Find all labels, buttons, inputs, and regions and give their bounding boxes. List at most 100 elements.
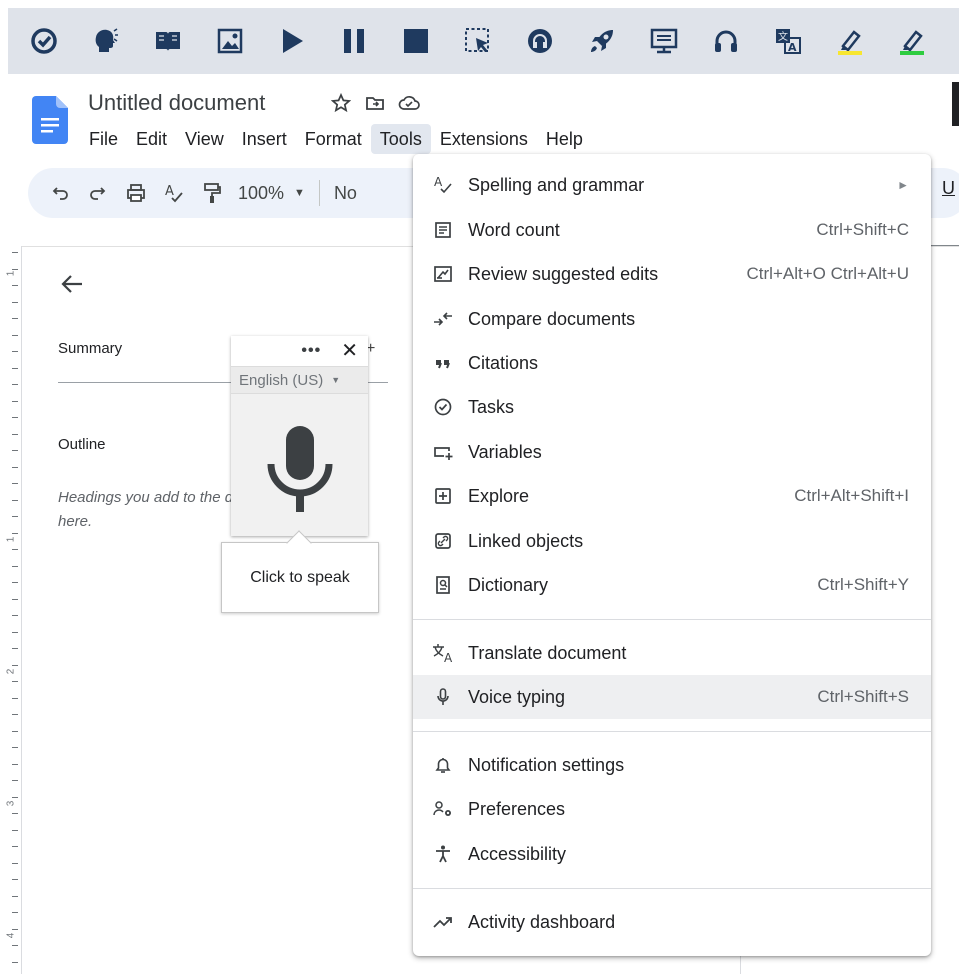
move-folder-icon[interactable] bbox=[364, 92, 386, 114]
submenu-arrow-icon: ► bbox=[897, 178, 909, 192]
ruler-tick bbox=[12, 400, 18, 402]
tools-menu: A Spelling and grammar ► Word count Ctrl… bbox=[413, 154, 931, 956]
menu-notification-settings[interactable]: Notification settings bbox=[413, 743, 931, 787]
ruler-tick bbox=[12, 582, 18, 583]
menu-accessibility[interactable]: Accessibility bbox=[413, 832, 931, 876]
menu-view[interactable]: View bbox=[176, 124, 233, 154]
voice-widget-header: ••• ✕ bbox=[231, 336, 368, 366]
word-count-icon bbox=[431, 218, 455, 242]
monitor-icon[interactable] bbox=[638, 15, 690, 67]
menu-preferences[interactable]: Preferences bbox=[413, 787, 931, 831]
menu-citations[interactable]: Citations bbox=[413, 341, 931, 385]
svg-text:A: A bbox=[165, 184, 174, 199]
caret-down-icon: ▼ bbox=[331, 375, 341, 385]
menu-linked-objects[interactable]: Linked objects bbox=[413, 519, 931, 563]
highlighter-green-icon[interactable] bbox=[886, 15, 938, 67]
menu-compare-documents[interactable]: Compare documents bbox=[413, 297, 931, 341]
ruler-tick bbox=[12, 483, 18, 484]
pause-icon[interactable] bbox=[328, 15, 380, 67]
undo-icon[interactable] bbox=[48, 181, 72, 205]
microphone-icon[interactable] bbox=[265, 420, 335, 514]
menu-tasks[interactable]: Tasks bbox=[413, 385, 931, 429]
zoom-select[interactable]: 100% ▼ bbox=[238, 183, 305, 204]
menu-help[interactable]: Help bbox=[537, 124, 592, 154]
ruler-number: 1 bbox=[5, 270, 17, 277]
ruler-tick bbox=[12, 862, 18, 864]
ruler-tick bbox=[12, 681, 18, 682]
menu-shortcut: Ctrl+Shift+Y bbox=[817, 575, 909, 594]
ruler-tick bbox=[12, 780, 18, 781]
accessibility-icon bbox=[431, 842, 455, 866]
menu-label: Dictionary bbox=[468, 574, 549, 595]
ruler-tick bbox=[12, 532, 18, 534]
ruler-tick bbox=[12, 301, 18, 303]
paint-format-icon[interactable] bbox=[200, 181, 224, 205]
redo-icon[interactable] bbox=[86, 181, 110, 205]
menu-translate-document[interactable]: A Translate document bbox=[413, 631, 931, 675]
menu-review-suggested-edits[interactable]: Review suggested edits Ctrl+Alt+O Ctrl+A… bbox=[413, 252, 931, 296]
menu-label: Compare documents bbox=[468, 308, 636, 329]
print-icon[interactable] bbox=[124, 181, 148, 205]
menu-shortcut: Ctrl+Alt+Shift+I bbox=[794, 486, 909, 505]
menu-label: Tasks bbox=[468, 396, 515, 417]
menu-variables[interactable]: Variables bbox=[413, 430, 931, 474]
headphones-icon[interactable] bbox=[700, 15, 752, 67]
ruler-tick bbox=[12, 813, 18, 814]
ruler-tick bbox=[12, 714, 18, 715]
stop-icon[interactable] bbox=[390, 15, 442, 67]
check-circle-icon[interactable] bbox=[18, 15, 70, 67]
voice-typing-widget: ••• ✕ English (US) ▼ bbox=[231, 336, 368, 536]
menu-label: Linked objects bbox=[468, 530, 584, 551]
image-icon[interactable] bbox=[204, 15, 256, 67]
style-select[interactable]: No bbox=[334, 183, 357, 204]
quote-icon bbox=[431, 351, 455, 375]
menu-file[interactable]: File bbox=[80, 124, 127, 154]
menu-shortcut: Ctrl+Alt+O Ctrl+Alt+U bbox=[746, 264, 910, 283]
menu-voice-typing[interactable]: Voice typing Ctrl+Shift+S bbox=[413, 675, 931, 719]
ruler-number: 4 bbox=[5, 932, 17, 939]
menu-insert[interactable]: Insert bbox=[233, 124, 296, 154]
language-select[interactable]: English (US) ▼ bbox=[231, 366, 368, 394]
spellcheck-toolbar-icon[interactable]: A bbox=[162, 181, 186, 205]
menu-word-count[interactable]: Word count Ctrl+Shift+C bbox=[413, 208, 931, 252]
play-icon[interactable] bbox=[266, 15, 318, 67]
compare-icon bbox=[431, 307, 455, 331]
ruler-tick bbox=[12, 367, 18, 369]
cloud-status-icon[interactable] bbox=[398, 92, 420, 114]
bell-icon bbox=[431, 753, 455, 777]
menu-explore[interactable]: Explore Ctrl+Alt+Shift+I bbox=[413, 474, 931, 518]
close-icon[interactable]: ✕ bbox=[341, 341, 358, 361]
menu-activity-dashboard[interactable]: Activity dashboard bbox=[413, 900, 931, 944]
menu-label: Review suggested edits bbox=[468, 263, 659, 284]
screen-select-icon[interactable] bbox=[452, 15, 504, 67]
more-options-icon[interactable]: ••• bbox=[301, 342, 321, 360]
talk-head-icon[interactable] bbox=[80, 15, 132, 67]
menu-edit[interactable]: Edit bbox=[127, 124, 176, 154]
ruler-number: 3 bbox=[5, 800, 17, 807]
translate-icon[interactable]: A文 bbox=[762, 15, 814, 67]
explore-icon bbox=[431, 484, 455, 508]
highlighter-yellow-icon[interactable] bbox=[824, 15, 876, 67]
menu-extensions[interactable]: Extensions bbox=[431, 124, 537, 154]
ruler-tick bbox=[12, 417, 18, 418]
menu-spelling-grammar[interactable]: A Spelling and grammar ► bbox=[413, 163, 931, 207]
underline-button[interactable]: U bbox=[942, 178, 955, 199]
document-title[interactable]: Untitled document bbox=[88, 90, 265, 116]
star-icon[interactable] bbox=[330, 92, 352, 114]
menu-label: Preferences bbox=[468, 798, 566, 819]
translate-icon: A bbox=[431, 641, 455, 665]
mic-icon bbox=[431, 685, 455, 709]
extension-toolbar: A文 bbox=[8, 8, 959, 74]
ruler-tick bbox=[12, 945, 18, 946]
menu-tools[interactable]: Tools bbox=[370, 124, 431, 154]
menu-label: Spelling and grammar bbox=[468, 174, 645, 195]
back-arrow-icon[interactable] bbox=[58, 270, 86, 298]
menu-dictionary[interactable]: Dictionary Ctrl+Shift+Y bbox=[413, 563, 931, 607]
docs-logo-icon[interactable] bbox=[32, 96, 68, 144]
audio-icon[interactable] bbox=[514, 15, 566, 67]
ruler-tick bbox=[12, 763, 18, 765]
menu-label: Variables bbox=[468, 441, 542, 462]
book-icon[interactable] bbox=[142, 15, 194, 67]
menu-format[interactable]: Format bbox=[296, 124, 371, 154]
rocket-icon[interactable] bbox=[576, 15, 628, 67]
